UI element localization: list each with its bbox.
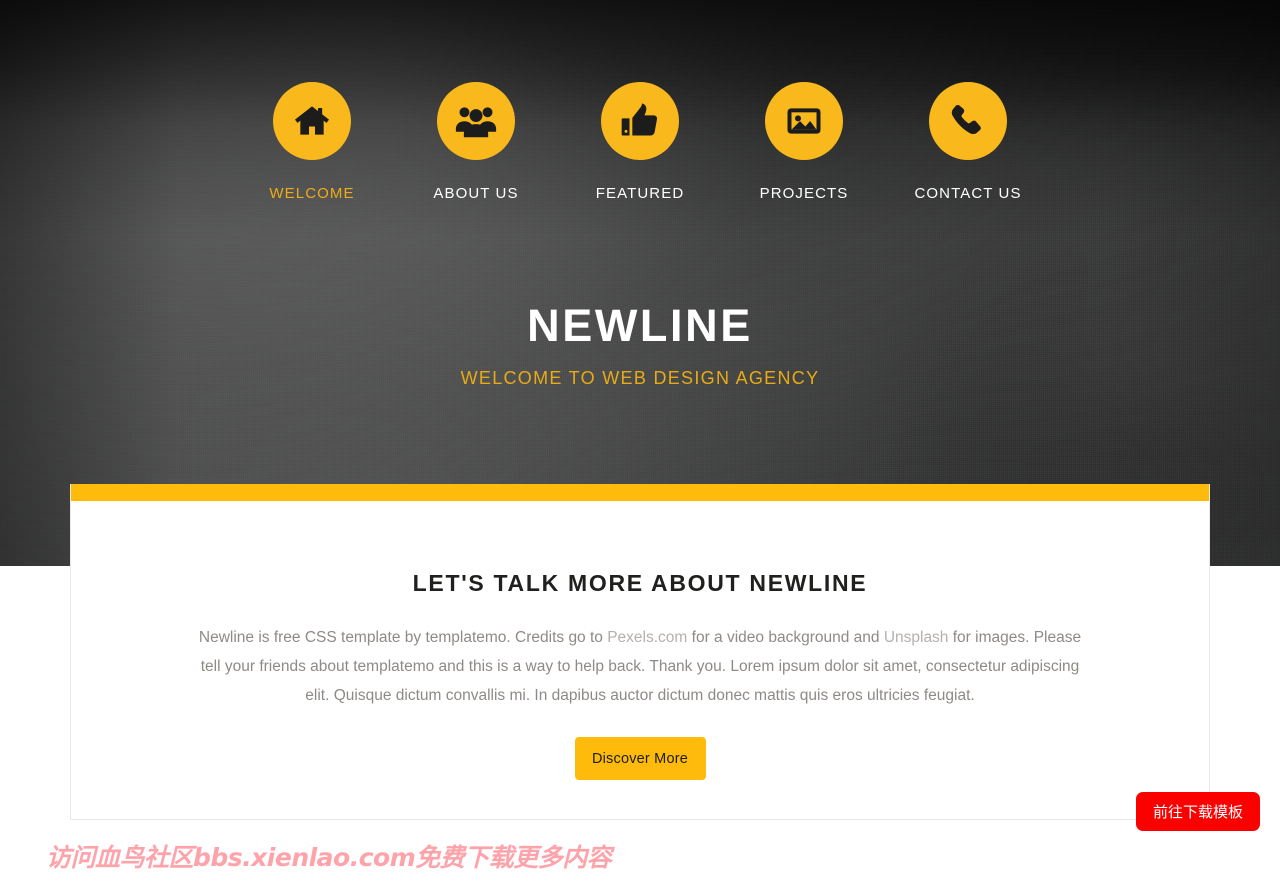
nav-icon-circle-about-us bbox=[437, 82, 515, 160]
phone-icon bbox=[949, 102, 987, 140]
main-navigation: WELCOME ABOUT US FEATURED PROJECTS CONTA… bbox=[0, 82, 1280, 202]
site-watermark: 访问血鸟社区bbs.xienlao.com免费下载更多内容 bbox=[46, 843, 612, 872]
unsplash-link[interactable]: Unsplash bbox=[884, 629, 949, 646]
nav-item-projects[interactable]: PROJECTS bbox=[722, 82, 886, 202]
nav-item-featured[interactable]: FEATURED bbox=[558, 82, 722, 202]
about-text-part-1: Newline is free CSS template by template… bbox=[198, 629, 608, 646]
nav-icon-circle-welcome bbox=[273, 82, 351, 160]
nav-item-label: CONTACT US bbox=[914, 185, 1022, 202]
hero-text-block: NEWLINE WELCOME TO WEB DESIGN AGENCY bbox=[0, 300, 1280, 389]
thumbs-up-icon bbox=[620, 101, 660, 141]
download-template-badge[interactable]: 前往下载模板 bbox=[1136, 792, 1260, 831]
about-paragraph: Newline is free CSS template by template… bbox=[188, 623, 1093, 710]
nav-item-welcome[interactable]: WELCOME bbox=[230, 82, 394, 202]
about-section-card: LET'S TALK MORE ABOUT NEWLINE Newline is… bbox=[70, 484, 1210, 820]
home-icon bbox=[292, 101, 332, 141]
nav-icon-circle-contact-us bbox=[929, 82, 1007, 160]
nav-item-label: WELCOME bbox=[269, 185, 355, 202]
users-group-icon bbox=[455, 101, 497, 141]
nav-icon-circle-projects bbox=[765, 82, 843, 160]
card-accent-bar bbox=[71, 484, 1209, 501]
download-badge-label: 前往下载模板 bbox=[1152, 803, 1243, 821]
discover-more-button[interactable]: Discover More bbox=[574, 737, 706, 780]
about-text-part-2: for a video background and bbox=[687, 629, 884, 646]
about-heading: LET'S TALK MORE ABOUT NEWLINE bbox=[412, 570, 868, 596]
nav-item-label: ABOUT US bbox=[433, 185, 519, 202]
nav-item-about-us[interactable]: ABOUT US bbox=[394, 82, 558, 202]
pexels-link[interactable]: Pexels.com bbox=[607, 629, 687, 646]
nav-item-contact-us[interactable]: CONTACT US bbox=[886, 82, 1050, 202]
hero-title: NEWLINE bbox=[527, 300, 753, 351]
nav-icon-circle-featured bbox=[601, 82, 679, 160]
image-picture-icon bbox=[784, 101, 824, 141]
nav-item-label: PROJECTS bbox=[759, 185, 849, 202]
hero-subtitle: WELCOME TO WEB DESIGN AGENCY bbox=[460, 367, 820, 388]
nav-item-label: FEATURED bbox=[595, 185, 685, 202]
